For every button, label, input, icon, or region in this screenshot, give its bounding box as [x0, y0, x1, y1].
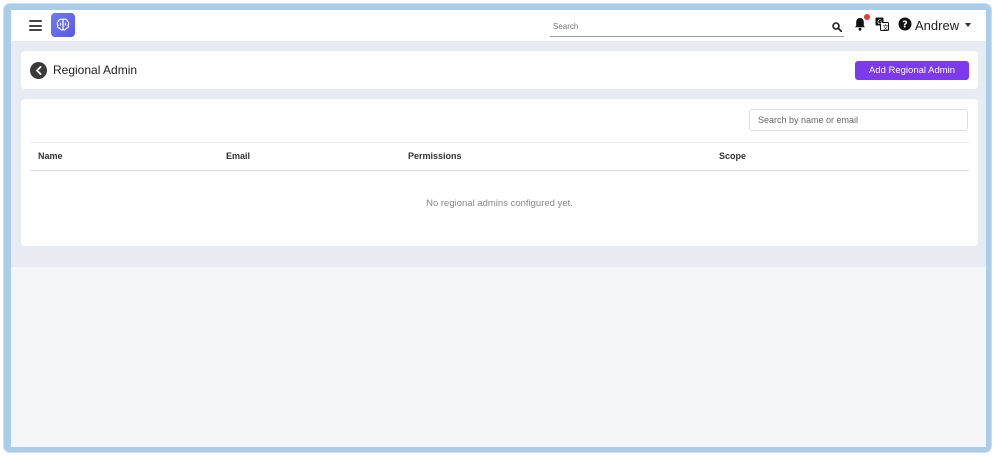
user-menu[interactable]: Andrew	[915, 16, 972, 34]
column-header-email[interactable]: Email	[226, 151, 250, 161]
brain-logo-icon[interactable]	[51, 13, 75, 37]
chevron-down-icon	[965, 23, 972, 27]
chevron-left-icon	[35, 66, 41, 75]
column-header-name[interactable]: Name	[38, 151, 63, 161]
menu-icon[interactable]	[29, 20, 42, 31]
translate-icon[interactable]: G 文	[875, 17, 889, 36]
global-search-input[interactable]	[551, 18, 825, 34]
help-icon[interactable]: ?	[898, 17, 912, 36]
page-header: Regional Admin Add Regional Admin	[21, 51, 978, 89]
user-name: Andrew	[915, 17, 960, 33]
notification-badge	[864, 14, 870, 20]
table-header: Name Email Permissions Scope	[30, 142, 969, 171]
column-header-permissions[interactable]: Permissions	[408, 151, 462, 161]
back-button[interactable]	[30, 62, 47, 79]
global-search	[550, 14, 844, 37]
svg-text:文: 文	[882, 23, 889, 31]
page-title: Regional Admin	[53, 63, 138, 77]
admins-table-card: Name Email Permissions Scope No regional…	[21, 99, 978, 246]
column-header-scope[interactable]: Scope	[719, 151, 746, 161]
svg-text:?: ?	[902, 20, 908, 31]
search-icon[interactable]	[832, 19, 843, 37]
add-regional-admin-button[interactable]: Add Regional Admin	[855, 61, 969, 80]
empty-state-message: No regional admins configured yet.	[426, 198, 573, 209]
top-bar: G 文 ? Andrew	[11, 10, 986, 42]
name-email-search-input[interactable]	[749, 109, 968, 131]
app-window: G 文 ? Andrew Regional Admin Add Regional…	[11, 10, 986, 447]
bell-icon[interactable]	[854, 17, 866, 36]
